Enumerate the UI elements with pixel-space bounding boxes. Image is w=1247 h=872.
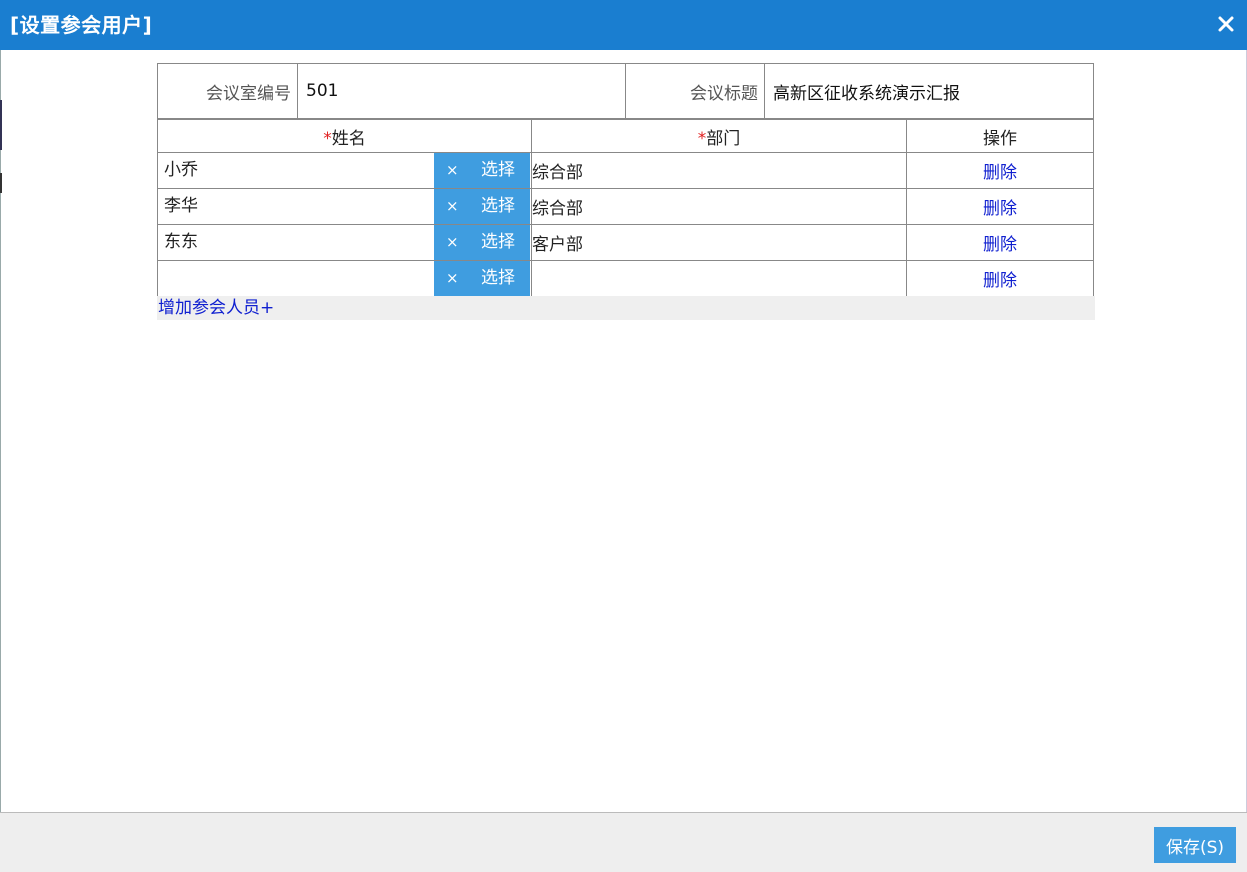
table-row: 东东 × 选择 客户部 删除	[157, 224, 1094, 261]
room-number-value: 501	[297, 63, 626, 119]
op-cell: 删除	[906, 152, 1094, 189]
dept-value: 综合部	[531, 188, 907, 225]
required-mark: *	[323, 128, 332, 149]
dept-value: 综合部	[531, 152, 907, 189]
dialog-footer: 保存(S)	[0, 812, 1247, 872]
table-row: 李华 × 选择 综合部 删除	[157, 188, 1094, 225]
clear-icon[interactable]: ×	[446, 189, 459, 224]
column-header-name: *姓名	[157, 119, 532, 153]
select-label[interactable]: 选择	[481, 225, 515, 260]
name-value: 李华	[164, 196, 198, 216]
select-label[interactable]: 选择	[481, 261, 515, 296]
select-label[interactable]: 选择	[481, 189, 515, 224]
column-header-dept: *部门	[531, 119, 907, 153]
dialog-title: [设置参会用户]	[10, 13, 153, 37]
name-field[interactable]: × 选择	[157, 260, 532, 297]
delete-link[interactable]: 删除	[983, 163, 1017, 183]
participants-table: *姓名 *部门 操作 小乔 × 选择 综合部 删除 李华 × 选择 综合部 删除…	[157, 119, 1094, 297]
dept-value	[531, 260, 907, 297]
background-edge-mark	[0, 173, 2, 193]
name-field[interactable]: 小乔 × 选择	[157, 152, 532, 189]
meeting-title-label: 会议标题	[625, 63, 765, 119]
op-cell: 删除	[906, 260, 1094, 297]
select-user-button[interactable]: × 选择	[434, 153, 530, 188]
clear-icon[interactable]: ×	[446, 261, 459, 296]
close-icon[interactable]	[1213, 11, 1239, 37]
op-cell: 删除	[906, 224, 1094, 261]
delete-link[interactable]: 删除	[983, 199, 1017, 219]
save-button[interactable]: 保存(S)	[1154, 827, 1236, 863]
table-header-row: *姓名 *部门 操作	[157, 119, 1094, 153]
select-user-button[interactable]: × 选择	[434, 225, 530, 260]
dept-value: 客户部	[531, 224, 907, 261]
meeting-info-table: 会议室编号 501 会议标题 高新区征收系统演示汇报	[157, 63, 1094, 119]
required-mark: *	[697, 128, 707, 149]
select-label[interactable]: 选择	[481, 153, 515, 188]
table-row: 小乔 × 选择 综合部 删除	[157, 152, 1094, 189]
meeting-title-value: 高新区征收系统演示汇报	[764, 63, 1094, 119]
name-field[interactable]: 李华 × 选择	[157, 188, 532, 225]
name-field[interactable]: 东东 × 选择	[157, 224, 532, 261]
add-member-bar: 增加参会人员+	[157, 296, 1095, 320]
name-value: 东东	[164, 232, 198, 252]
delete-link[interactable]: 删除	[983, 235, 1017, 255]
room-number-label: 会议室编号	[157, 63, 298, 119]
column-header-op: 操作	[906, 119, 1094, 153]
delete-link[interactable]: 删除	[983, 271, 1017, 291]
background-edge-mark	[0, 100, 2, 150]
op-cell: 删除	[906, 188, 1094, 225]
select-user-button[interactable]: × 选择	[434, 189, 530, 224]
dialog-titlebar: [设置参会用户]	[0, 0, 1247, 50]
clear-icon[interactable]: ×	[446, 153, 459, 188]
select-user-button[interactable]: × 选择	[434, 261, 530, 296]
table-row: × 选择 删除	[157, 260, 1094, 297]
column-header-name-label: 姓名	[331, 128, 366, 149]
name-value: 小乔	[164, 160, 198, 180]
dialog-left-border	[0, 50, 1, 812]
add-member-link[interactable]: 增加参会人员+	[158, 296, 274, 320]
clear-icon[interactable]: ×	[446, 225, 459, 260]
column-header-dept-label: 部门	[706, 128, 741, 149]
